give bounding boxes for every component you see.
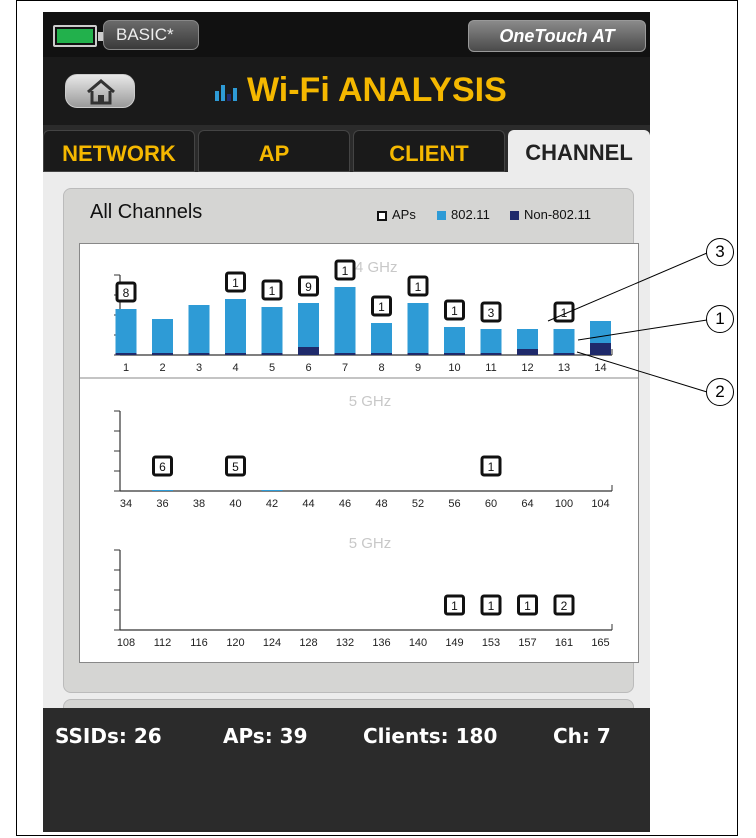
callout-1: 1 xyxy=(706,305,734,333)
callout-2: 2 xyxy=(706,378,734,406)
callout-3: 3 xyxy=(706,238,734,266)
callout-lines xyxy=(547,252,708,393)
